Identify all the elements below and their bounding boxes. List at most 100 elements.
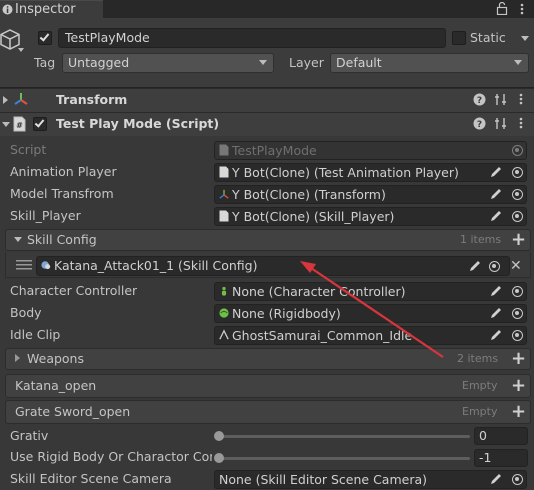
script-enabled-checkbox[interactable] <box>33 117 47 131</box>
gravity-value-field[interactable]: 0 <box>474 427 528 445</box>
svg-text:?: ? <box>477 96 482 106</box>
weapons-foldout-arrow[interactable] <box>15 354 20 362</box>
layer-label: Layer <box>289 55 324 70</box>
script-file-icon <box>219 166 229 178</box>
animation-player-label: Animation Player <box>10 164 117 179</box>
animation-clip-icon <box>219 329 229 340</box>
use-rigidbody-slider-track[interactable] <box>218 457 470 460</box>
gravity-label: Grativ <box>10 428 49 443</box>
add-skill-config-button[interactable]: + <box>511 231 526 249</box>
skill-player-value: Y Bot(Clone) (Skill_Player) <box>232 209 395 224</box>
remove-item-icon[interactable]: ✕ <box>510 259 522 273</box>
script-file-icon <box>219 144 229 156</box>
script-value: TestPlayMode <box>232 143 317 158</box>
idle-clip-value: GhostSamurai_Common_Idle <box>232 328 413 343</box>
preset-icon[interactable] <box>494 93 507 106</box>
use-rigidbody-slider-knob[interactable] <box>214 453 224 463</box>
help-icon[interactable]: ? <box>473 93 486 106</box>
script-foldout-arrow[interactable] <box>2 122 10 127</box>
pencil-icon[interactable] <box>489 306 503 320</box>
object-picker-icon[interactable] <box>512 189 523 200</box>
katana-open-count: Empty <box>462 379 498 392</box>
csharp-script-icon: # <box>13 116 26 132</box>
katana-open-label: Katana_open <box>15 378 97 393</box>
weapons-label: Weapons <box>27 351 84 366</box>
tab-title: Inspector <box>15 2 76 17</box>
pencil-icon[interactable] <box>489 472 503 486</box>
add-weapon-button[interactable]: + <box>511 350 526 368</box>
use-rigidbody-value-field[interactable]: -1 <box>474 449 528 467</box>
info-icon <box>2 4 13 15</box>
object-picker-icon[interactable] <box>512 286 523 297</box>
skill-player-label: Skill_Player <box>10 208 81 223</box>
drag-handle-icon[interactable] <box>16 259 32 271</box>
skill-config-foldout-arrow[interactable] <box>14 237 22 242</box>
tag-label: Tag <box>34 55 56 70</box>
idle-clip-label: Idle Clip <box>10 327 61 342</box>
rigidbody-icon <box>219 308 229 318</box>
pencil-icon[interactable] <box>489 209 503 223</box>
lock-icon[interactable] <box>496 2 508 15</box>
object-picker-icon <box>512 145 523 156</box>
script-label: Script <box>10 142 47 157</box>
scene-camera-field[interactable]: None (Skill Editor Scene Camera) <box>214 470 527 489</box>
static-label: Static <box>470 30 506 45</box>
transform-title: Transform <box>56 92 128 107</box>
preset-icon[interactable] <box>494 117 507 130</box>
character-controller-value: None (Character Controller) <box>232 284 406 299</box>
gravity-slider-track[interactable] <box>218 435 470 438</box>
gameobject-active-checkbox[interactable] <box>38 31 52 45</box>
icon-dropdown-arrow[interactable] <box>18 48 24 52</box>
pencil-icon[interactable] <box>489 165 503 179</box>
character-controller-field[interactable]: None (Character Controller) <box>214 282 527 301</box>
checkmark-icon <box>39 31 50 42</box>
svg-text:#: # <box>16 121 23 130</box>
add-katana-open-button[interactable]: + <box>511 377 526 395</box>
idle-clip-field[interactable]: GhostSamurai_Common_Idle <box>214 326 527 345</box>
add-grate-sword-open-button[interactable]: + <box>511 403 526 421</box>
skill-config-count: 1 items <box>460 233 502 246</box>
object-picker-icon[interactable] <box>512 474 523 485</box>
skill-config-item-field[interactable]: Katana_Attack01_1 (Skill Config) <box>36 256 510 276</box>
pencil-icon[interactable] <box>489 328 503 342</box>
character-controller-icon <box>221 286 227 296</box>
animation-player-field[interactable]: Y Bot(Clone) (Test Animation Player) <box>214 163 527 182</box>
checkmark-icon <box>34 117 45 128</box>
scene-camera-value: None (Skill Editor Scene Camera) <box>219 472 428 487</box>
gravity-slider-knob[interactable] <box>214 431 224 441</box>
script-file-icon <box>219 210 229 222</box>
transform-foldout-arrow[interactable] <box>3 96 8 104</box>
layer-dropdown[interactable]: Default <box>330 53 529 73</box>
pencil-icon[interactable] <box>489 284 503 298</box>
character-controller-label: Character Controller <box>10 283 138 298</box>
object-picker-icon[interactable] <box>512 211 523 222</box>
svg-text:?: ? <box>477 120 482 130</box>
pencil-icon[interactable] <box>468 259 482 273</box>
static-dropdown-arrow[interactable] <box>521 36 529 41</box>
help-icon[interactable]: ? <box>473 117 486 130</box>
object-picker-icon[interactable] <box>512 330 523 341</box>
static-checkbox[interactable] <box>452 31 466 45</box>
weapons-count: 2 items <box>457 352 499 365</box>
object-picker-icon[interactable] <box>512 308 523 319</box>
model-transform-value: Y Bot(Clone) (Transform) <box>232 187 386 202</box>
grate-sword-open-count: Empty <box>462 405 498 418</box>
model-transform-field[interactable]: Y Bot(Clone) (Transform) <box>214 185 527 204</box>
component-menu-icon[interactable] <box>518 116 524 130</box>
scene-camera-label: Skill Editor Scene Camera <box>10 471 172 486</box>
chevron-down-icon <box>259 60 267 65</box>
skill-config-item-value: Katana_Attack01_1 (Skill Config) <box>54 258 258 273</box>
gameobject-name-field[interactable]: TestPlayMode <box>58 28 446 48</box>
tab-menu-icon[interactable] <box>519 2 525 16</box>
animation-player-value: Y Bot(Clone) (Test Animation Player) <box>232 165 459 180</box>
skill-player-field[interactable]: Y Bot(Clone) (Skill_Player) <box>214 207 527 226</box>
object-picker-icon[interactable] <box>512 167 523 178</box>
tag-dropdown[interactable]: Untagged <box>62 53 274 73</box>
body-field[interactable]: None (Rigidbody) <box>214 304 527 323</box>
skill-config-label: Skill Config <box>27 232 97 247</box>
pencil-icon[interactable] <box>489 187 503 201</box>
component-menu-icon[interactable] <box>518 92 524 106</box>
object-picker-icon[interactable] <box>489 261 500 272</box>
inspector-tab[interactable]: Inspector <box>0 0 103 18</box>
model-transform-label: Model Transfrom <box>10 186 114 201</box>
